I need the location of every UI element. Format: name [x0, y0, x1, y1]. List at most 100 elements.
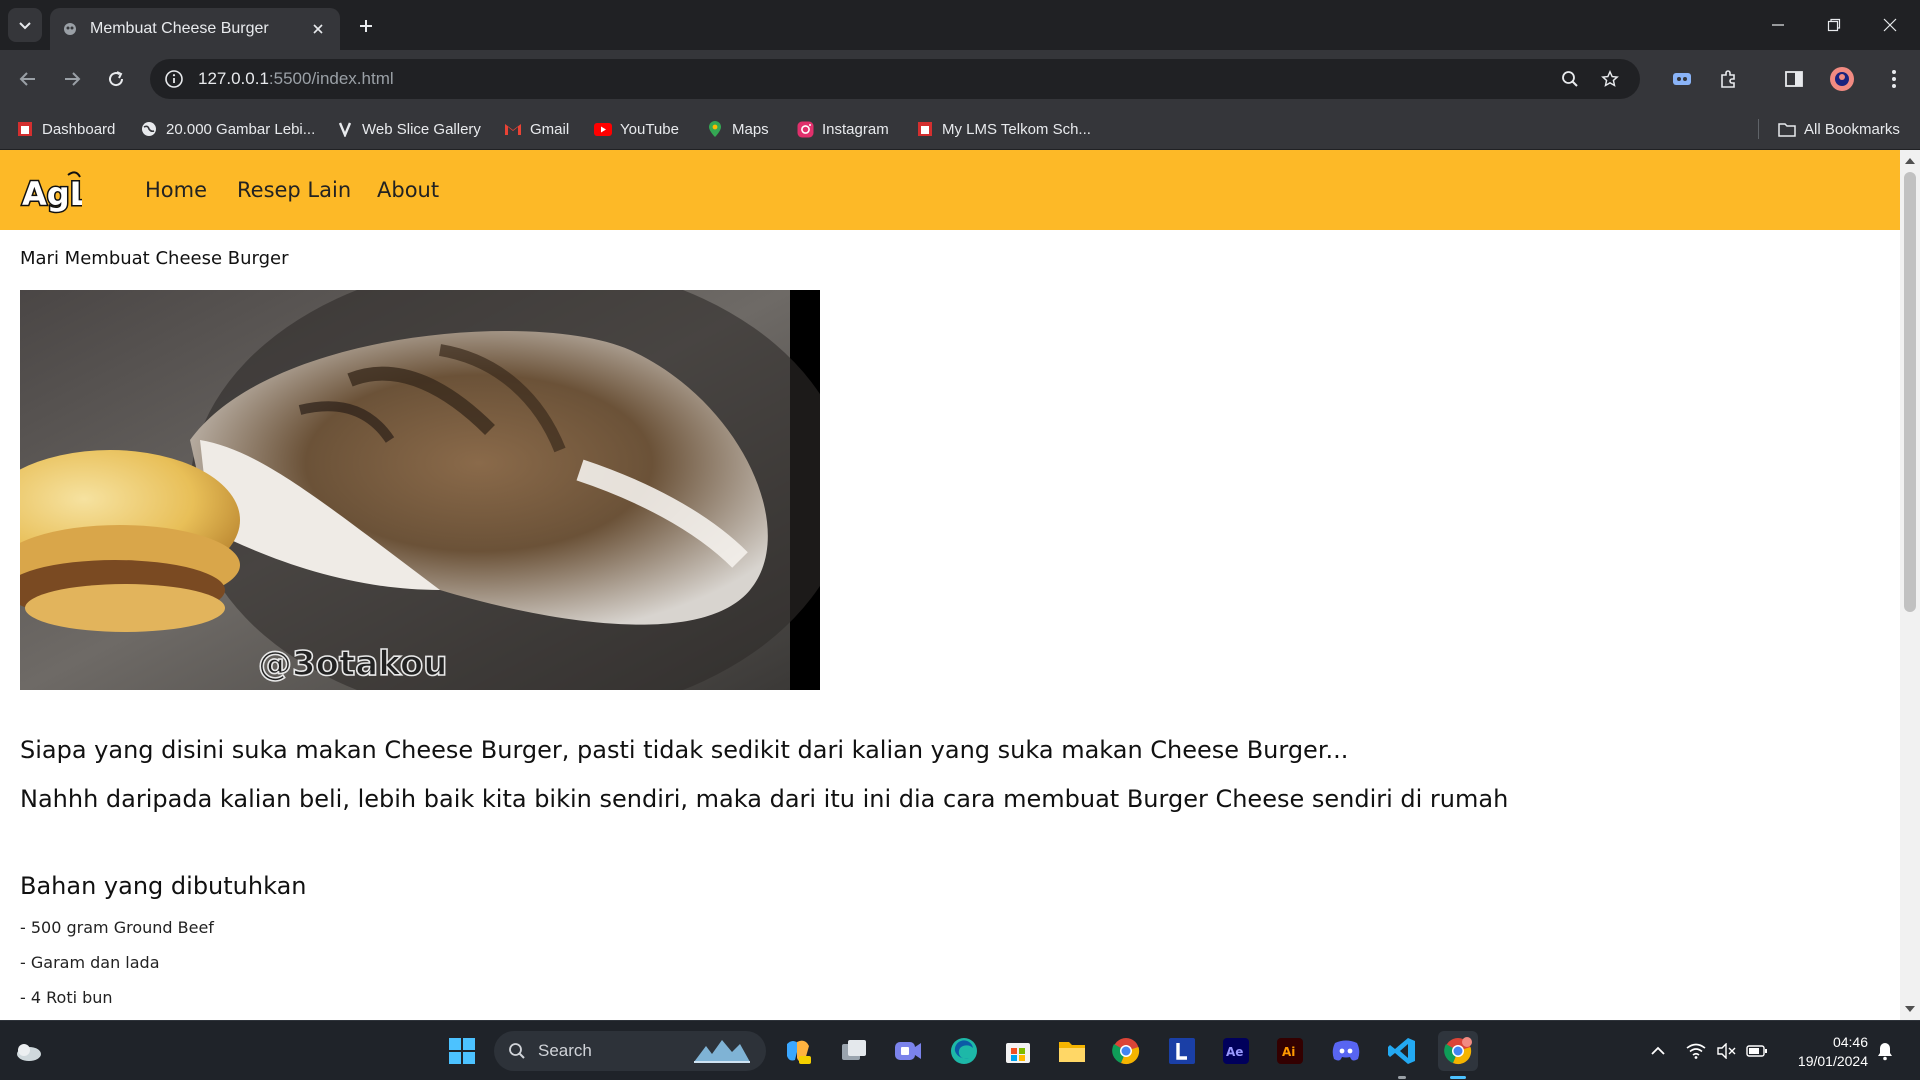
start-windows-icon[interactable] [442, 1031, 482, 1071]
plus-icon [360, 20, 372, 32]
maps-icon [706, 120, 724, 138]
microsoft-store-icon[interactable] [998, 1031, 1038, 1071]
after-effects-icon[interactable]: Ae [1216, 1031, 1256, 1071]
globe-icon [140, 120, 158, 138]
zoom-icon[interactable] [1554, 63, 1586, 95]
bookmark-youtube[interactable]: YouTube [594, 108, 679, 150]
svg-text:Ai: Ai [1282, 1045, 1295, 1059]
hero-image: @3otakou [20, 290, 820, 690]
bookmark-web-slice[interactable]: Web Slice Gallery [336, 108, 481, 150]
bookmark-maps[interactable]: Maps [706, 108, 769, 150]
bookmarks-bar: Dashboard 20.000 Gambar Lebi... Web Slic… [0, 108, 1920, 150]
tab-close-icon[interactable] [308, 19, 328, 39]
bookmark-label: Instagram [822, 120, 889, 138]
clock-date: 19/01/2024 [1797, 1053, 1868, 1069]
web-slice-icon [336, 120, 354, 138]
extension-app-icon[interactable] [1666, 63, 1698, 95]
site-navbar: AgL Home Resep Lain About [0, 150, 1900, 230]
bookmark-gambar[interactable]: 20.000 Gambar Lebi... [140, 108, 315, 150]
close-icon [1883, 18, 1897, 32]
bookmark-dashboard[interactable]: Dashboard [16, 108, 115, 150]
reload-button[interactable] [100, 63, 132, 95]
file-explorer-icon[interactable] [1052, 1031, 1092, 1071]
taskbar-search[interactable]: Search [494, 1031, 766, 1071]
active-indicator [1450, 1076, 1466, 1079]
svg-text:Ae: Ae [1226, 1045, 1243, 1059]
menu-kebab-icon[interactable] [1878, 63, 1910, 95]
image-watermark: @3otakou [258, 644, 447, 684]
bookmark-label: YouTube [620, 120, 679, 138]
tab-search-button[interactable] [8, 8, 42, 42]
l-app-icon[interactable] [1162, 1031, 1202, 1071]
windows-taskbar: Search Ae Ai 04:46 19/01/2024 [0, 1020, 1920, 1080]
url-text[interactable]: 127.0.0.1:5500/index.html [198, 69, 1546, 89]
chevron-down-icon [19, 22, 31, 30]
tab-favicon-icon [62, 21, 78, 37]
volume-muted-icon[interactable] [1714, 1021, 1738, 1080]
logo-text: AgL [22, 175, 82, 213]
minimize-button[interactable] [1750, 0, 1806, 50]
wifi-icon[interactable] [1684, 1021, 1708, 1080]
gmail-icon [504, 120, 522, 138]
vscode-icon[interactable] [1382, 1031, 1422, 1079]
browser-toolbar: 127.0.0.1:5500/index.html [0, 50, 1920, 108]
bookmark-label: Maps [732, 120, 769, 138]
bookmarks-divider [1758, 119, 1759, 139]
reload-icon [109, 71, 124, 87]
address-bar[interactable]: 127.0.0.1:5500/index.html [150, 59, 1640, 99]
chrome-icon[interactable] [1106, 1031, 1146, 1071]
page-title: Mari Membuat Cheese Burger [20, 248, 289, 269]
side-panel-icon[interactable] [1778, 63, 1810, 95]
ingredient-item: - 500 gram Ground Beef [20, 918, 214, 937]
bookmark-label: My LMS Telkom Sch... [942, 120, 1091, 138]
search-highlight-icon [694, 1040, 750, 1063]
notification-bell-icon[interactable] [1872, 1021, 1898, 1080]
bookmark-label: Dashboard [42, 120, 116, 138]
extensions-puzzle-icon[interactable] [1712, 63, 1744, 95]
tab-strip: Membuat Cheese Burger [0, 0, 1920, 50]
nav-about[interactable]: About [377, 178, 439, 202]
copilot-icon[interactable] [778, 1031, 818, 1071]
ingredient-item: - 4 Roti bun [20, 988, 113, 1007]
task-view-icon[interactable] [834, 1031, 874, 1071]
instagram-icon [796, 120, 814, 138]
site-logo[interactable]: AgL [20, 165, 92, 217]
arrow-left-icon [19, 72, 35, 86]
nav-resep-lain[interactable]: Resep Lain [237, 178, 351, 202]
weather-icon[interactable] [8, 1031, 48, 1071]
forward-button[interactable] [56, 63, 88, 95]
youtube-icon [594, 120, 612, 138]
page-viewport: AgL Home Resep Lain About Mari Membuat C… [0, 150, 1900, 1020]
edge-icon[interactable] [944, 1031, 984, 1071]
bookmark-lms-telkom[interactable]: My LMS Telkom Sch... [916, 108, 1091, 150]
discord-icon[interactable] [1326, 1031, 1366, 1071]
search-label: Search [538, 1041, 592, 1060]
scroll-down-icon[interactable] [1905, 1004, 1915, 1014]
page-scrollbar[interactable] [1900, 150, 1920, 1020]
tray-overflow-icon[interactable] [1646, 1021, 1670, 1080]
profile-avatar[interactable] [1826, 63, 1858, 95]
battery-icon[interactable] [1744, 1021, 1770, 1080]
teams-icon[interactable] [888, 1031, 928, 1071]
scroll-up-icon[interactable] [1905, 156, 1915, 166]
folder-icon [1778, 120, 1796, 138]
search-icon [509, 1043, 525, 1059]
system-clock[interactable]: 04:46 19/01/2024 [1798, 1033, 1868, 1071]
illustrator-icon[interactable]: Ai [1270, 1031, 1310, 1071]
intro-paragraph-1: Siapa yang disini suka makan Cheese Burg… [20, 736, 1349, 764]
tab-active[interactable]: Membuat Cheese Burger [50, 8, 340, 50]
scroll-thumb[interactable] [1904, 172, 1916, 612]
info-icon[interactable] [164, 69, 184, 89]
close-window-button[interactable] [1862, 0, 1918, 50]
bookmark-star-icon[interactable] [1594, 63, 1626, 95]
all-bookmarks-button[interactable]: All Bookmarks [1778, 108, 1900, 150]
nav-home[interactable]: Home [145, 178, 207, 202]
minimize-icon [1772, 24, 1784, 26]
clock-time: 04:46 [1832, 1034, 1868, 1050]
bookmark-gmail[interactable]: Gmail [504, 108, 569, 150]
chrome-profile-taskbar-icon[interactable] [1438, 1031, 1478, 1079]
restore-button[interactable] [1806, 0, 1862, 50]
back-button[interactable] [12, 63, 44, 95]
new-tab-button[interactable] [352, 12, 380, 40]
bookmark-instagram[interactable]: Instagram [796, 108, 889, 150]
